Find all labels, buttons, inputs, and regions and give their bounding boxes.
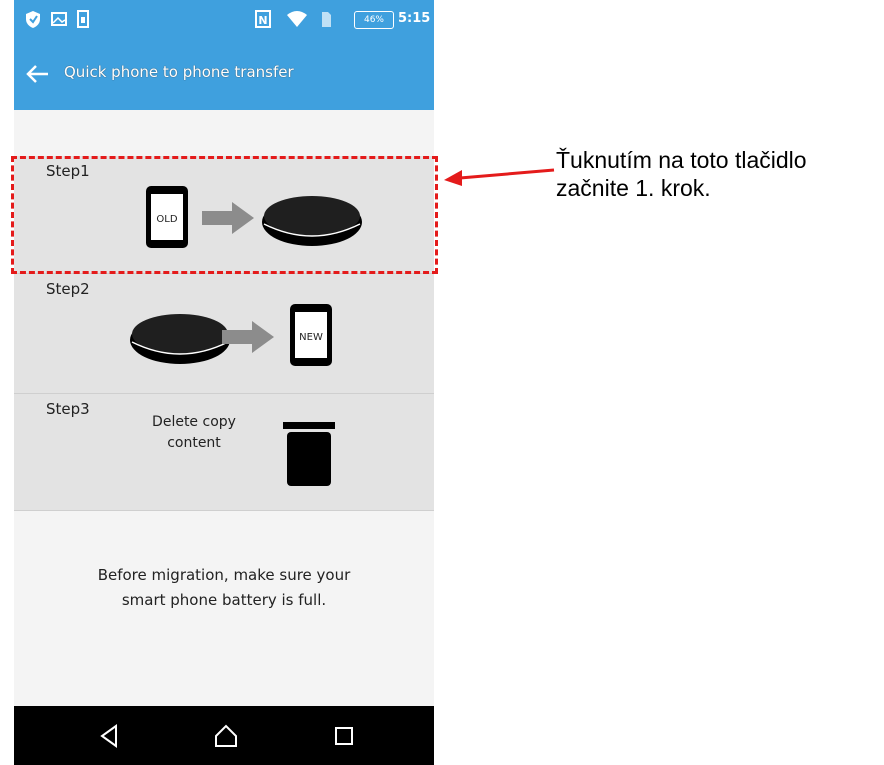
new-label: NEW — [299, 332, 323, 343]
status-time: 5:15 — [398, 11, 431, 26]
step2-illustration: NEW — [130, 304, 332, 366]
step-label: Step2 — [46, 280, 90, 298]
sim-card-icon — [322, 12, 331, 27]
home-icon[interactable] — [212, 722, 240, 750]
back-triangle-icon[interactable] — [96, 722, 124, 750]
note-line2: smart phone battery is full. — [121, 591, 327, 609]
callout-line2: začnite 1. krok. — [556, 175, 711, 201]
status-bar: N 46% 5:15 — [14, 0, 434, 38]
annotation-callout: Ťuknutím na toto tlačidlo začnite 1. kro… — [556, 146, 807, 202]
wifi-icon — [287, 11, 307, 27]
battery-icon: 46% — [354, 11, 394, 29]
nfc-icon: N — [255, 10, 271, 28]
note-line1: Before migration, make sure your — [97, 566, 351, 584]
sim-icon — [77, 10, 89, 28]
step-label: Step3 — [46, 400, 90, 418]
arrow-right-icon — [222, 321, 274, 353]
battery-note: Before migration, make sure your smart p… — [34, 563, 414, 613]
arrow-left-icon[interactable] — [24, 60, 52, 88]
delete-copy-line2: content — [167, 435, 221, 451]
step1-highlight-frame — [11, 156, 438, 274]
delete-copy-text: Delete copy content — [134, 412, 254, 454]
new-phone-icon: NEW — [290, 304, 332, 366]
recents-icon[interactable] — [330, 722, 358, 750]
step3-button[interactable]: Step3 Delete copy content — [14, 394, 434, 511]
shield-icon — [26, 11, 40, 28]
battery-level: 46% — [363, 15, 384, 25]
app-bar: Quick phone to phone transfer — [14, 38, 434, 110]
step2-button[interactable]: Step2 NEW — [14, 274, 434, 394]
image-icon — [51, 12, 67, 26]
trash-icon — [283, 422, 335, 486]
cloud-transfer-disc-icon — [130, 314, 230, 364]
annotation-arrow-icon — [444, 168, 555, 186]
svg-text:N: N — [258, 14, 267, 27]
phone-screen: N 46% 5:15 Quick phone to phone transfer… — [14, 0, 434, 765]
navigation-bar — [14, 706, 434, 765]
callout-line1: Ťuknutím na toto tlačidlo — [556, 147, 807, 173]
delete-copy-line1: Delete copy — [152, 414, 236, 430]
app-title: Quick phone to phone transfer — [64, 63, 294, 81]
